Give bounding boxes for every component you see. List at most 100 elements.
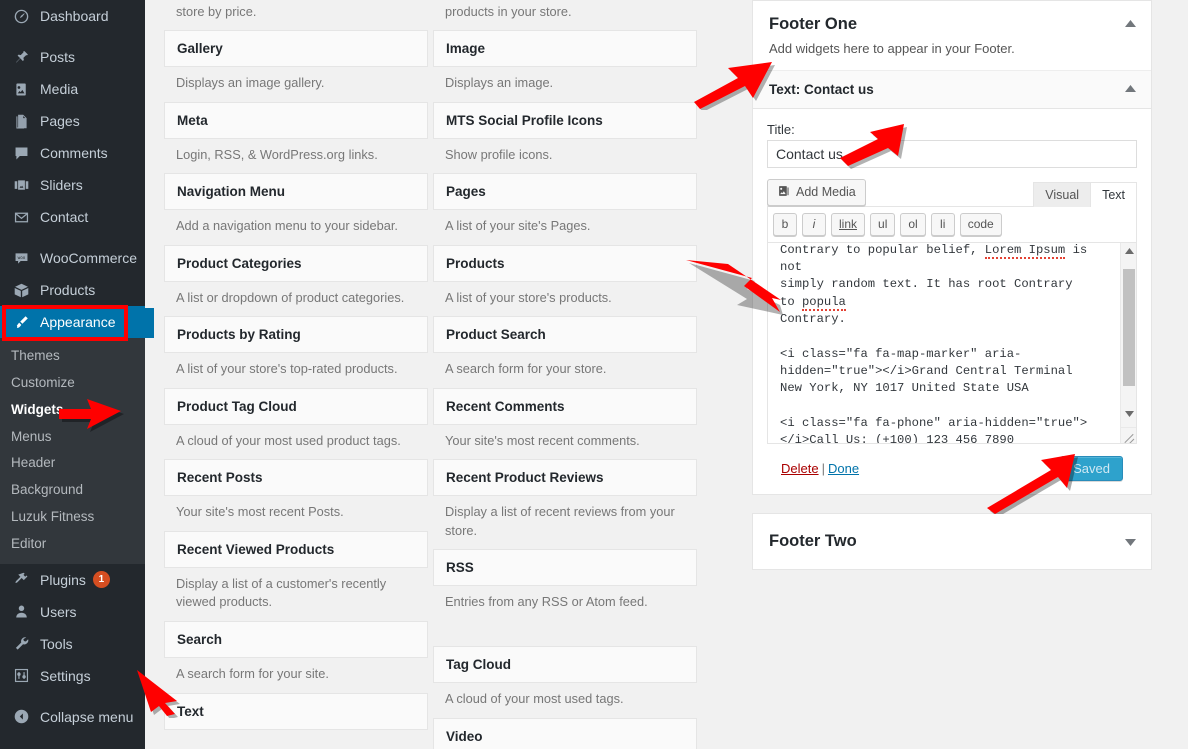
settings-icon (11, 666, 31, 686)
widget-recent-viewed-products[interactable]: Recent Viewed Products (164, 530, 428, 568)
widget-title: Text (177, 703, 204, 719)
widget-title: Recent Product Reviews (446, 470, 604, 486)
submenu-item-menus[interactable]: Menus (0, 424, 145, 451)
content-line-3: Contrary. (780, 312, 846, 326)
sidebar-item-posts[interactable]: Posts (0, 41, 145, 73)
widget-products[interactable]: Products (433, 244, 697, 282)
widget-pages[interactable]: Pages (433, 173, 697, 211)
submenu-item-editor[interactable]: Editor (0, 531, 145, 558)
quicktag-b-button[interactable]: b (773, 212, 797, 236)
widget-recent-comments[interactable]: Recent Comments (433, 387, 697, 425)
content-textarea[interactable]: Contrary to popular belief, Lorem Ipsum … (767, 241, 1137, 444)
dashboard-icon (11, 6, 31, 26)
widget-gallery[interactable]: Gallery (164, 30, 428, 68)
text-widget-body: Title: Add Media Visual Text (753, 108, 1151, 494)
widget-rss[interactable]: RSS (433, 549, 697, 587)
quicktag-i-button[interactable]: i (802, 212, 826, 236)
widget-tag-cloud[interactable]: Tag Cloud (433, 646, 697, 684)
footer-one-header[interactable]: Footer One Add widgets here to appear in… (753, 1, 1151, 70)
widget-title: Recent Comments (446, 398, 565, 414)
quicktag-ul-button[interactable]: ul (870, 212, 896, 236)
sidebar-item-settings[interactable]: Settings (0, 660, 145, 692)
sidebar-item-label: Dashboard (40, 8, 109, 24)
sidebar-item-woocommerce[interactable]: woo WooCommerce (0, 242, 145, 274)
sidebar-item-comments[interactable]: Comments (0, 137, 145, 169)
user-icon (11, 602, 31, 622)
widget-recent-posts[interactable]: Recent Posts (164, 459, 428, 497)
add-media-button[interactable]: Add Media (767, 178, 866, 206)
widget-description: Show profile icons. (445, 146, 553, 162)
widget-product-tag-cloud[interactable]: Product Tag Cloud (164, 387, 428, 425)
sliders-icon (11, 175, 31, 195)
plugins-update-badge: 1 (92, 571, 110, 589)
title-input[interactable] (767, 139, 1137, 168)
textarea-scrollbar[interactable] (1120, 242, 1136, 443)
chevron-up-icon[interactable] (1123, 82, 1137, 96)
plugin-icon (11, 570, 31, 590)
sidebar-item-label: Users (40, 603, 77, 620)
sidebar-item-label: Contact (40, 209, 89, 225)
widget-product-categories[interactable]: Product Categories (164, 244, 428, 282)
quicktag-li-button[interactable]: li (930, 212, 955, 236)
widget-video[interactable]: Video (433, 717, 697, 749)
footer-two-header[interactable]: Footer Two (753, 514, 1151, 570)
scroll-down-icon[interactable] (1121, 406, 1136, 423)
sidebar-item-pages[interactable]: Pages (0, 105, 145, 137)
widget-text[interactable]: Text (164, 692, 428, 730)
sidebar-item-dashboard[interactable]: Dashboard (0, 0, 145, 32)
available-widgets-column-1: Display a slider to filter products in y… (164, 0, 428, 730)
chevron-up-icon[interactable] (1123, 17, 1137, 31)
tab-text[interactable]: Text (1090, 181, 1137, 207)
widget-meta[interactable]: Meta (164, 101, 428, 139)
widget-description: A list of your site's Pages. (445, 218, 591, 234)
sidebar-item-users[interactable]: Users (0, 596, 145, 628)
svg-text:woo: woo (17, 255, 25, 260)
submenu-item-widgets[interactable]: Widgets (0, 397, 145, 424)
submenu-item-luzuk-fitness[interactable]: Luzuk Fitness (0, 504, 145, 531)
submenu-item-themes[interactable]: Themes (0, 343, 145, 370)
chevron-down-icon[interactable] (1123, 535, 1137, 549)
sidebar-item-contact[interactable]: Contact (0, 201, 145, 233)
sidebar-item-products[interactable]: Products (0, 274, 145, 306)
sidebar-item-label: Tools (40, 635, 73, 652)
sidebar-item-label: Plugins (40, 571, 86, 588)
sidebar-item-label: Media (40, 81, 79, 97)
widget-products-by-rating[interactable]: Products by Rating (164, 316, 428, 354)
widget-product-search[interactable]: Product Search (433, 316, 697, 354)
widget-title: Video (446, 728, 483, 744)
scroll-up-icon[interactable] (1121, 243, 1136, 260)
done-link[interactable]: Done (828, 461, 859, 476)
sidebar-item-collapse-menu[interactable]: Collapse menu (0, 701, 145, 733)
widget-area-footer-two: Footer Two (752, 512, 1152, 571)
textarea-resize-handle[interactable] (1120, 426, 1136, 443)
quicktag-code-button[interactable]: code (959, 212, 1002, 236)
sidebar-item-sliders[interactable]: Sliders (0, 169, 145, 201)
widget-recent-product-reviews[interactable]: Recent Product Reviews (433, 459, 697, 497)
sidebar-item-label: WooCommerce (40, 250, 137, 266)
text-widget-header[interactable]: Text: Contact us (753, 70, 1151, 109)
save-button[interactable]: Saved (1060, 455, 1123, 481)
sidebar-item-appearance[interactable]: Appearance (0, 306, 145, 338)
quicktag-ol-button[interactable]: ol (900, 212, 926, 236)
widget-mts-social-profile-icons[interactable]: MTS Social Profile Icons (433, 101, 697, 139)
widget-navigation-menu[interactable]: Navigation Menu (164, 173, 428, 211)
quicktag-link-button[interactable]: link (831, 212, 866, 236)
submenu-item-header[interactable]: Header (0, 450, 145, 477)
widget-search[interactable]: Search (164, 621, 428, 659)
submenu-item-background[interactable]: Background (0, 477, 145, 504)
widget-title: Meta (177, 112, 208, 128)
sidebar-item-tools[interactable]: Tools (0, 628, 145, 660)
add-media-label: Add Media (796, 185, 856, 200)
widget-areas-panel: Footer One Add widgets here to appear in… (752, 0, 1152, 588)
content-rest: <i class="fa fa-map-marker" aria-hidden=… (780, 346, 1088, 444)
sidebar-item-media[interactable]: Media (0, 73, 145, 105)
widget-image[interactable]: Image (433, 30, 697, 68)
title-field-label: Title: (767, 121, 795, 137)
sidebar-item-plugins[interactable]: Plugins 1 (0, 564, 145, 596)
tab-visual[interactable]: Visual (1033, 181, 1092, 207)
submenu-item-customize[interactable]: Customize (0, 370, 145, 397)
scrollbar-thumb[interactable] (1123, 268, 1135, 386)
delete-link[interactable]: Delete (781, 461, 819, 476)
content-line-1: Contrary to popular belief, (780, 242, 985, 257)
box-icon (11, 280, 31, 300)
